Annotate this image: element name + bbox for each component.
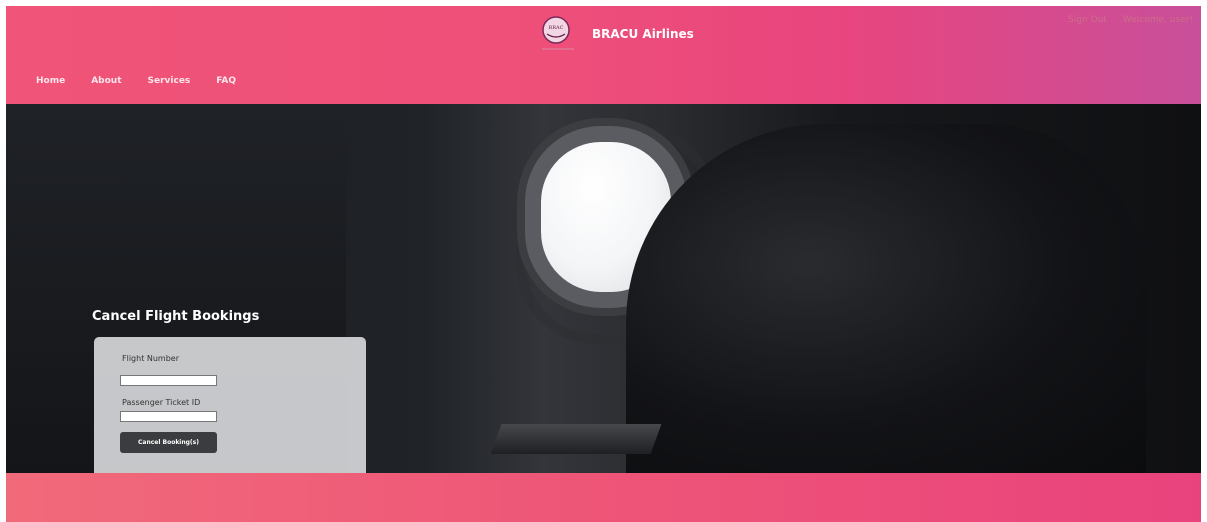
hero-section: Cancel Flight Bookings Flight Number Pas… bbox=[6, 104, 1201, 473]
main-nav: Home About Services FAQ bbox=[36, 76, 262, 86]
flight-number-label: Flight Number bbox=[122, 354, 180, 363]
nav-item-home[interactable]: Home bbox=[36, 76, 65, 86]
logo-icon: BRAC bbox=[538, 14, 578, 54]
cancel-booking-form: Flight Number Passenger Ticket ID Cancel… bbox=[94, 337, 366, 473]
site-footer bbox=[6, 473, 1201, 522]
user-menu: Sign Out Welcome, user! bbox=[1068, 15, 1193, 25]
nav-item-faq[interactable]: FAQ bbox=[216, 76, 236, 86]
brand-name: BRACU Airlines bbox=[592, 27, 694, 41]
nav-item-services[interactable]: Services bbox=[148, 76, 191, 86]
page-title: Cancel Flight Bookings bbox=[92, 309, 260, 324]
welcome-text: Welcome, user! bbox=[1122, 15, 1193, 25]
nav-item-about[interactable]: About bbox=[91, 76, 121, 86]
hero-laptop bbox=[490, 424, 662, 454]
flight-number-input[interactable] bbox=[120, 375, 217, 386]
hero-passenger-silhouette bbox=[626, 124, 1146, 473]
ticket-id-label: Passenger Ticket ID bbox=[122, 398, 201, 407]
sign-out-link[interactable]: Sign Out bbox=[1068, 15, 1107, 25]
page: BRAC BRACU Airlines Sign Out Welcome, us… bbox=[6, 6, 1201, 522]
site-header: BRAC BRACU Airlines Sign Out Welcome, us… bbox=[6, 6, 1201, 104]
brand[interactable]: BRAC BRACU Airlines bbox=[538, 12, 694, 56]
ticket-id-input[interactable] bbox=[120, 411, 217, 422]
logo-text: BRAC bbox=[549, 25, 564, 31]
cancel-bookings-button[interactable]: Cancel Booking(s) bbox=[120, 432, 217, 453]
